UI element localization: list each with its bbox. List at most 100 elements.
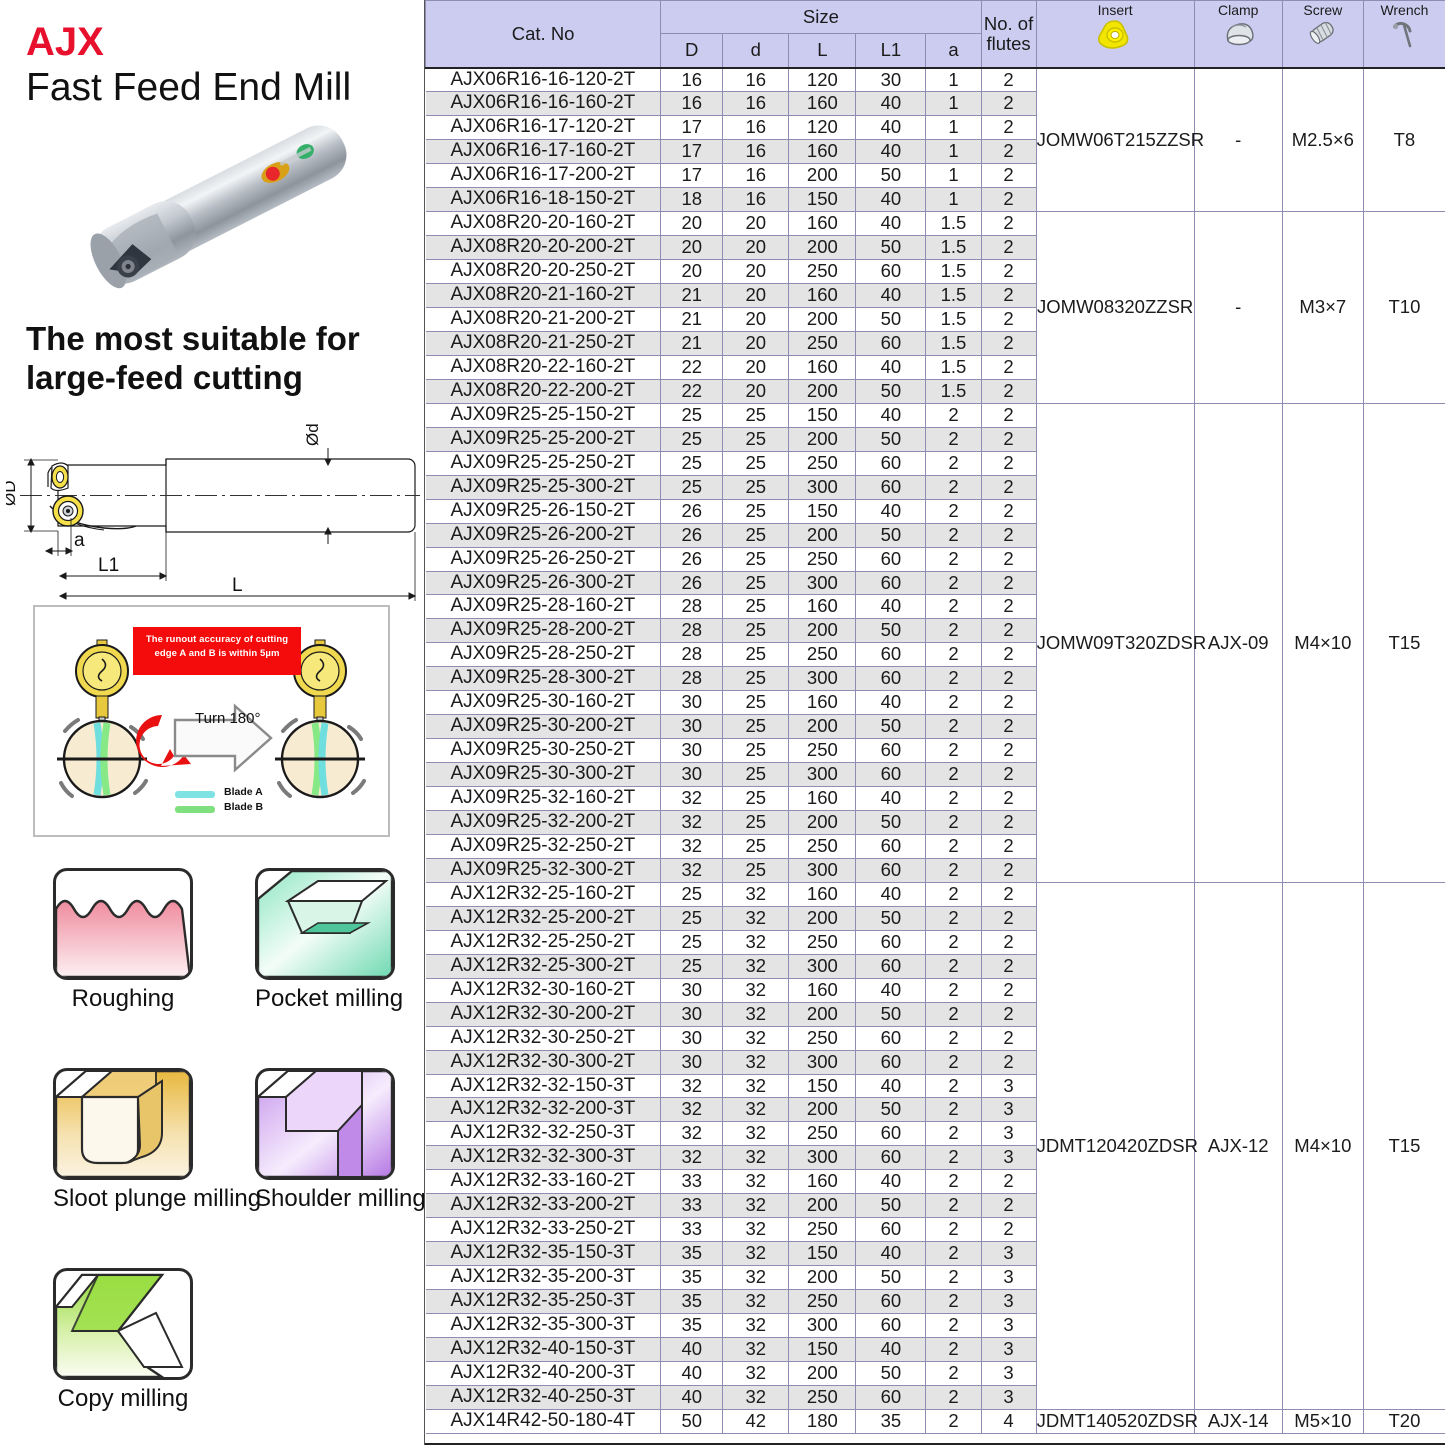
catalog-page: AJX Fast Feed End Mill The most suitable… — [0, 0, 1445, 1445]
cell-l1: 60 — [855, 1217, 927, 1243]
cell-flutes: 2 — [980, 666, 1037, 692]
cell-l1: 60 — [855, 1384, 927, 1410]
cell-l: 160 — [788, 139, 857, 165]
cell-l: 200 — [788, 522, 857, 548]
cell-l: 250 — [788, 1121, 857, 1147]
cell-flutes: 3 — [980, 1265, 1037, 1291]
cell-a: 1 — [925, 115, 982, 141]
cell-clamp: - — [1193, 66, 1283, 213]
cell-l: 200 — [788, 810, 857, 835]
cell-l: 300 — [788, 474, 857, 500]
cell-l: 300 — [788, 1049, 857, 1075]
cell-cat: AJX09R25-32-300-2T — [425, 857, 662, 883]
cell-d: 25 — [722, 426, 790, 452]
cell-l1: 40 — [855, 594, 927, 620]
cell-d: 25 — [660, 426, 724, 452]
cell-a: 1 — [925, 139, 982, 165]
label-shank-diameter: Ød — [303, 423, 322, 446]
cell-cat: AJX12R32-25-300-2T — [425, 953, 662, 979]
cell-a: 2 — [925, 642, 982, 668]
cell-l: 150 — [788, 402, 857, 428]
cell-cat: AJX06R16-17-160-2T — [425, 139, 662, 165]
cell-l1: 35 — [855, 1408, 927, 1434]
cell-l: 200 — [788, 426, 857, 452]
cell-flutes: 2 — [980, 211, 1037, 237]
cell-l: 150 — [788, 187, 857, 213]
cell-d: 20 — [722, 330, 790, 356]
cell-a: 2 — [925, 1121, 982, 1147]
cell-l: 300 — [788, 1313, 857, 1339]
cell-l1: 40 — [855, 1337, 927, 1362]
cell-a: 2 — [925, 1360, 982, 1386]
label-a: a — [74, 530, 85, 551]
cell-wrench: T15 — [1362, 402, 1445, 883]
cell-l: 300 — [788, 666, 857, 692]
cell-a: 2 — [925, 905, 982, 931]
cell-d: 28 — [660, 666, 724, 692]
cell-d: 16 — [660, 66, 724, 93]
cell-cat: AJX09R25-26-150-2T — [425, 498, 662, 524]
cell-d: 33 — [660, 1169, 724, 1195]
cell-cat: AJX12R32-35-250-3T — [425, 1289, 662, 1315]
cell-d: 20 — [722, 307, 790, 332]
cell-l: 250 — [788, 1384, 857, 1410]
table-row: AJX14R42-50-180-4T 50 42 180 35 2 4 JDMT140520Z… — [425, 1408, 1445, 1434]
cell-cat: AJX12R32-30-200-2T — [425, 1001, 662, 1027]
cell-flutes: 2 — [980, 426, 1037, 452]
cell-d: 32 — [722, 1025, 790, 1051]
cell-cat: AJX08R20-20-250-2T — [425, 259, 662, 285]
cell-flutes: 2 — [980, 570, 1037, 596]
cell-d: 30 — [660, 1001, 724, 1027]
cell-l1: 60 — [855, 953, 927, 979]
cell-l1: 40 — [855, 211, 927, 237]
clamp-icon — [1226, 22, 1254, 45]
cell-d: 40 — [660, 1337, 724, 1362]
cell-l1: 60 — [855, 1313, 927, 1339]
cell-cat: AJX12R32-40-200-3T — [425, 1360, 662, 1386]
cell-l: 250 — [788, 259, 857, 285]
cell-d: 30 — [660, 1049, 724, 1075]
cell-l: 200 — [788, 307, 857, 332]
cell-l1: 50 — [855, 1193, 927, 1219]
cell-flutes: 3 — [980, 1360, 1037, 1386]
cell-l: 120 — [788, 66, 857, 93]
cell-d: 25 — [722, 690, 790, 716]
application-label: Pocket milling — [255, 985, 404, 1012]
cell-flutes: 4 — [980, 1408, 1037, 1434]
cell-d: 32 — [722, 905, 790, 931]
cell-d: 32 — [722, 1121, 790, 1147]
cell-d: 25 — [722, 450, 790, 476]
specifications-table-wrapper: Cat. No Size No. of flutes Insert Clamp … — [424, 0, 1445, 1445]
header-size-l1: L1 — [855, 33, 927, 68]
legend-blade-a: Blade A — [224, 786, 263, 798]
cell-cat: AJX12R32-32-150-3T — [425, 1073, 662, 1099]
cell-cat: AJX09R25-30-200-2T — [425, 714, 662, 740]
cell-a: 2 — [925, 1337, 982, 1362]
cell-l1: 50 — [855, 1360, 927, 1386]
cell-cat: AJX09R25-30-250-2T — [425, 738, 662, 764]
cell-l1: 50 — [855, 522, 927, 548]
cell-l: 250 — [788, 738, 857, 764]
cell-cat: AJX09R25-32-160-2T — [425, 786, 662, 812]
cell-d: 28 — [660, 642, 724, 668]
cell-a: 2 — [925, 666, 982, 692]
cell-d: 32 — [660, 1121, 724, 1147]
cell-flutes: 2 — [980, 139, 1037, 165]
cell-a: 2 — [925, 1025, 982, 1051]
cell-cat: AJX09R25-25-250-2T — [425, 450, 662, 476]
cell-a: 2 — [925, 929, 982, 955]
cell-l: 160 — [788, 283, 857, 309]
cell-l: 200 — [788, 1193, 857, 1219]
cell-cat: AJX12R32-25-250-2T — [425, 929, 662, 955]
dimension-drawing: ØD Ød a L1 L — [0, 418, 424, 603]
application-copy-milling: Copy milling — [53, 1268, 193, 1413]
cell-wrench: T10 — [1362, 211, 1445, 404]
header-size: Size — [660, 0, 982, 34]
table-row: AJX12R32-25-160-2T 25 32 160 40 2 2 JDMT120420Z… — [425, 881, 1445, 1410]
cell-l1: 40 — [855, 1073, 927, 1099]
application-shoulder-milling: Shoulder milling — [255, 1068, 426, 1213]
cell-l: 250 — [788, 1289, 857, 1315]
cell-flutes: 2 — [980, 235, 1037, 261]
cell-l1: 50 — [855, 235, 927, 261]
cell-cat: AJX12R32-30-250-2T — [425, 1025, 662, 1051]
